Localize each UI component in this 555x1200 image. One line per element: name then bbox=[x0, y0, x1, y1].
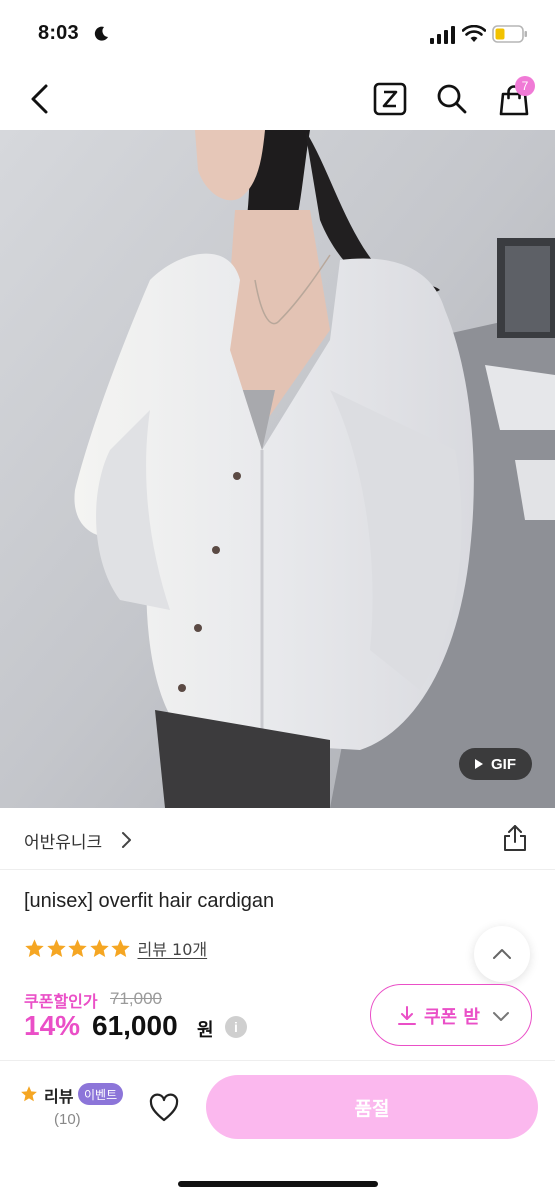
back-arrow-icon[interactable] bbox=[24, 80, 58, 118]
coupon-button-label: 쿠폰 받기 bbox=[424, 1007, 480, 1028]
play-icon bbox=[475, 759, 483, 769]
top-nav: 7 bbox=[0, 68, 555, 130]
signal-icon bbox=[430, 26, 455, 44]
chevron-right-icon bbox=[122, 832, 131, 848]
status-bar: 8:03 bbox=[0, 0, 555, 68]
star-icon bbox=[89, 938, 109, 957]
star-icon bbox=[25, 938, 44, 957]
share-icon[interactable] bbox=[500, 823, 530, 853]
star-icon bbox=[46, 938, 66, 957]
bottom-action-bar: 리뷰 이벤트 (10) 품절 bbox=[0, 1060, 555, 1200]
review-count: (10) bbox=[54, 1111, 81, 1128]
rating-stars bbox=[24, 938, 132, 959]
brand-name[interactable]: 어반유니크 bbox=[24, 828, 102, 853]
event-badge: 이벤트 bbox=[78, 1083, 124, 1105]
download-icon bbox=[398, 1006, 416, 1025]
search-icon[interactable] bbox=[434, 81, 470, 117]
cart-button[interactable]: 7 bbox=[495, 76, 543, 120]
chevron-up-icon bbox=[493, 949, 511, 959]
coupon-price-label: 쿠폰할인가 bbox=[24, 992, 98, 1011]
heart-icon[interactable] bbox=[148, 1093, 180, 1123]
coupon-download-button[interactable]: 쿠폰 받기 bbox=[370, 984, 532, 1046]
info-icon[interactable]: i bbox=[225, 1016, 247, 1038]
product-image[interactable]: GIF bbox=[0, 130, 555, 808]
scroll-top-button[interactable] bbox=[474, 926, 530, 982]
review-label[interactable]: 리뷰 bbox=[44, 1083, 73, 1107]
sale-price: 61,000 bbox=[92, 1010, 178, 1041]
discount-rate: 14% bbox=[24, 1010, 81, 1041]
cart-count-badge: 7 bbox=[515, 76, 535, 96]
review-link[interactable]: 리뷰 10개 bbox=[138, 936, 208, 960]
moon-icon bbox=[94, 26, 108, 41]
chevron-down-icon bbox=[493, 1012, 509, 1021]
star-icon bbox=[111, 938, 130, 957]
original-price: 71,000 bbox=[110, 989, 162, 1008]
wifi-icon bbox=[462, 25, 486, 42]
home-indicator bbox=[178, 1181, 378, 1187]
gif-label: GIF bbox=[491, 755, 516, 773]
gif-badge[interactable]: GIF bbox=[459, 748, 532, 780]
product-title: [unisex] overfit hair cardigan bbox=[24, 890, 275, 912]
star-icon bbox=[68, 938, 87, 957]
rating-row[interactable]: 리뷰 10개 bbox=[24, 936, 207, 960]
product-photo bbox=[0, 130, 555, 808]
star-icon bbox=[21, 1086, 37, 1102]
brand-row[interactable]: 어반유니크 bbox=[0, 808, 555, 870]
soldout-button[interactable]: 품절 bbox=[206, 1075, 538, 1139]
zigzag-z-icon[interactable] bbox=[372, 81, 408, 117]
status-time: 8:03 bbox=[38, 22, 79, 44]
currency-unit: 원 bbox=[197, 1020, 214, 1041]
battery-icon bbox=[492, 25, 527, 43]
